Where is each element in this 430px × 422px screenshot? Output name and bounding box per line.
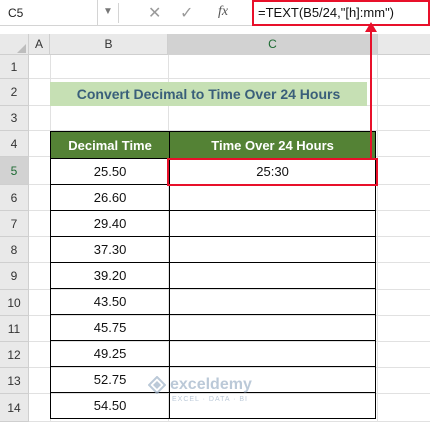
row-header-6[interactable]: 6 <box>0 185 29 211</box>
watermark-name: exceldemy <box>170 376 252 393</box>
time-over-24-cell[interactable] <box>169 236 376 263</box>
row-header-4[interactable]: 4 <box>0 131 29 157</box>
cell-highlight-box <box>167 158 378 186</box>
header-time-over-24[interactable]: Time Over 24 Hours <box>169 131 376 159</box>
row-header-9[interactable]: 9 <box>0 263 29 290</box>
table-row: 26.60 <box>49 184 376 211</box>
time-over-24-cell[interactable] <box>169 340 376 367</box>
row-header-10[interactable]: 10 <box>0 290 29 316</box>
row-header-14[interactable]: 14 <box>0 394 29 422</box>
name-box[interactable]: C5 <box>0 0 98 26</box>
decimal-time-cell[interactable]: 29.40 <box>49 210 171 237</box>
grid-vline <box>377 55 378 422</box>
header-decimal-time[interactable]: Decimal Time <box>49 131 171 159</box>
watermark-tagline: EXCEL · DATA · BI <box>172 396 248 403</box>
time-over-24-cell[interactable] <box>169 262 376 289</box>
table-row: 49.25 <box>49 340 376 367</box>
table-row: 29.40 <box>49 210 376 237</box>
decimal-time-cell[interactable]: 45.75 <box>49 314 171 341</box>
column-headers: A B C <box>0 34 430 55</box>
exceldemy-logo-icon <box>148 376 166 394</box>
enter-icon[interactable]: ✓ <box>180 3 193 23</box>
time-over-24-cell[interactable] <box>169 288 376 315</box>
table-row: 39.20 <box>49 262 376 289</box>
decimal-time-cell[interactable]: 49.25 <box>49 340 171 367</box>
row-header-3[interactable]: 3 <box>0 106 29 131</box>
row-header-5[interactable]: 5 <box>0 157 29 185</box>
annotation-arrow <box>370 24 372 158</box>
row-header-11[interactable]: 11 <box>0 316 29 342</box>
table-row: 37.30 <box>49 236 376 263</box>
watermark: exceldemy EXCEL · DATA · BI <box>148 374 298 414</box>
table-row: 43.50 <box>49 288 376 315</box>
insert-function-icon[interactable]: fx <box>218 4 228 20</box>
time-over-24-cell[interactable] <box>169 210 376 237</box>
sheet-title[interactable]: Convert Decimal to Time Over 24 Hours <box>50 82 367 106</box>
table-header-row: Decimal Time Time Over 24 Hours <box>49 131 376 159</box>
row-header-13[interactable]: 13 <box>0 368 29 394</box>
table-row: 45.75 <box>49 314 376 341</box>
time-over-24-cell[interactable] <box>169 184 376 211</box>
row-header-12[interactable]: 12 <box>0 342 29 368</box>
decimal-time-cell[interactable]: 37.30 <box>49 236 171 263</box>
decimal-time-cell[interactable]: 26.60 <box>49 184 171 211</box>
column-header-b[interactable]: B <box>50 34 168 55</box>
row-header-7[interactable]: 7 <box>0 211 29 237</box>
cancel-icon[interactable]: ✕ <box>148 3 161 23</box>
decimal-time-cell[interactable]: 39.20 <box>49 262 171 289</box>
arrow-up-icon <box>365 22 377 32</box>
row-header-1[interactable]: 1 <box>0 55 29 79</box>
time-over-24-cell[interactable] <box>169 314 376 341</box>
column-header-a[interactable]: A <box>29 34 50 55</box>
divider <box>118 3 119 23</box>
select-all-corner[interactable] <box>0 34 29 55</box>
decimal-time-cell[interactable]: 25.50 <box>49 158 171 185</box>
column-header-c[interactable]: C <box>168 34 378 55</box>
formula-highlight-box <box>252 0 430 26</box>
row-header-8[interactable]: 8 <box>0 237 29 263</box>
chevron-down-icon[interactable]: ▼ <box>103 6 113 17</box>
row-header-2[interactable]: 2 <box>0 79 29 106</box>
decimal-time-cell[interactable]: 43.50 <box>49 288 171 315</box>
